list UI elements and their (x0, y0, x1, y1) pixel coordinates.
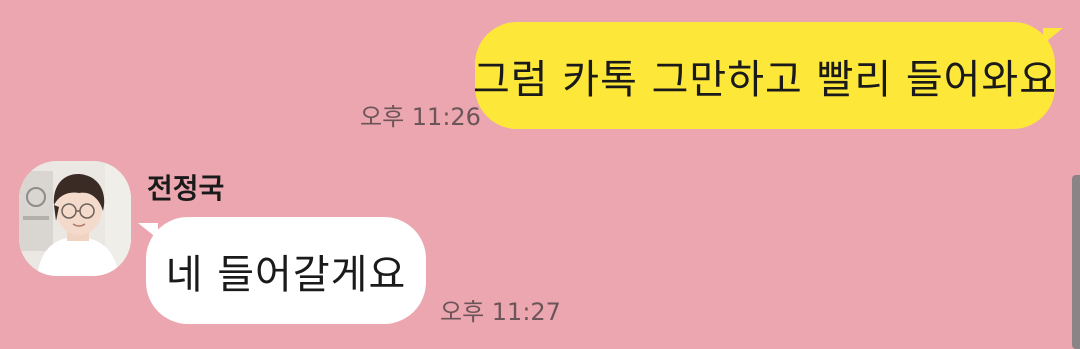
sender-avatar[interactable] (19, 161, 131, 276)
outgoing-message-text: 그럼 카톡 그만하고 빨리 들어와요 (472, 56, 1058, 103)
sender-name: 전정국 (147, 172, 225, 205)
chat-room: 그럼 카톡 그만하고 빨리 들어와요 오후 11:26 전정국 네 들어갈게요 … (0, 0, 1080, 349)
incoming-message-time: 오후 11:27 (440, 298, 561, 326)
profile-photo-icon (19, 161, 131, 276)
incoming-message-bubble[interactable]: 네 들어갈게요 (138, 217, 426, 324)
outgoing-message-bubble[interactable]: 그럼 카톡 그만하고 빨리 들어와요 (472, 22, 1063, 129)
incoming-message-text: 네 들어갈게요 (165, 251, 407, 298)
outgoing-message-time: 오후 11:26 (360, 103, 481, 131)
scrollbar[interactable] (1072, 175, 1080, 349)
